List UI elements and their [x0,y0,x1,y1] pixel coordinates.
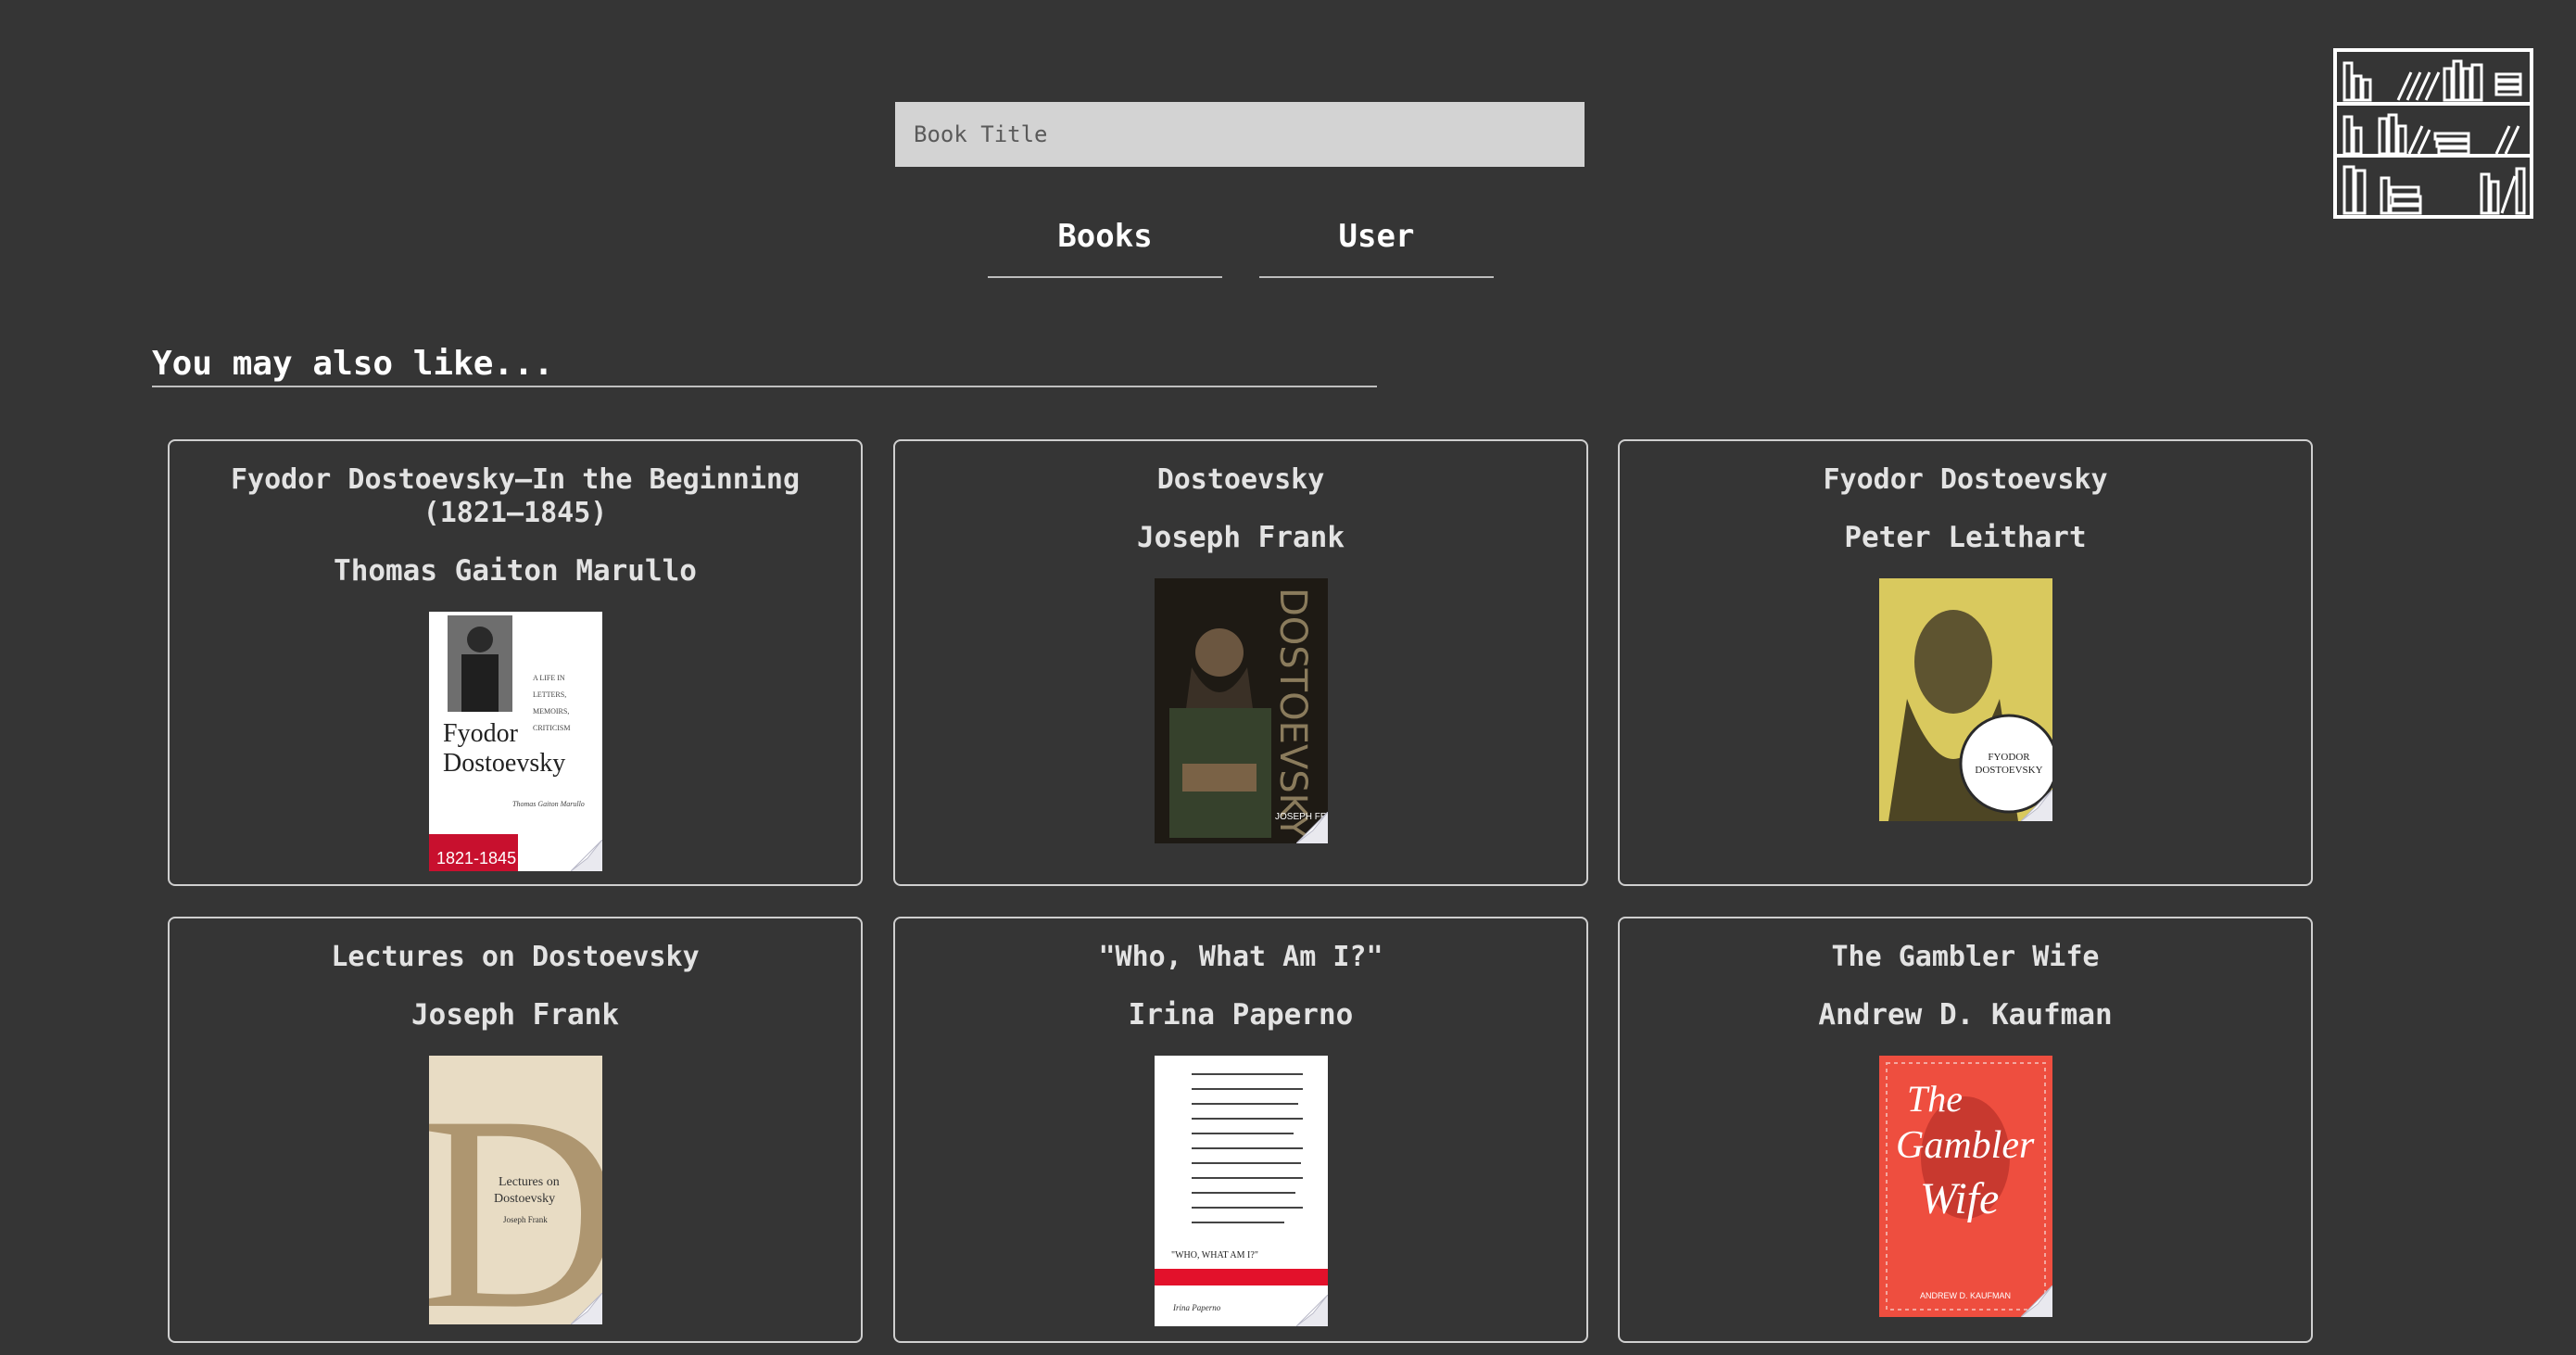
book-title: Lectures on Dostoevsky [331,941,700,973]
page-curl-icon [570,1293,602,1324]
search-input[interactable] [895,102,1585,167]
section-title: You may also like... [152,336,1377,387]
book-title: Fyodor Dostoevsky—In the Beginning (1821… [230,463,801,529]
tab-books[interactable]: Books [988,206,1222,278]
page-curl-icon [1295,1295,1328,1326]
book-author: Thomas Gaiton Marullo [334,554,697,588]
book-title: Dostoevsky [1156,463,1325,496]
tab-user[interactable]: User [1259,206,1494,278]
book-card[interactable]: Dostoevsky Joseph Frank DOSTOEVSKY JOSEP… [893,439,1588,886]
book-card[interactable]: Fyodor Dostoevsky Peter Leithart FYODOR … [1618,439,2313,886]
svg-text:MEMOIRS,: MEMOIRS, [533,707,569,715]
page-curl-icon [2020,1285,2052,1317]
svg-text:CRITICISM: CRITICISM [533,724,570,732]
svg-text:Wife: Wife [1920,1174,1999,1223]
bookshelf-logo-icon[interactable] [2333,48,2533,219]
book-cover[interactable]: "WHO, WHAT AM I?" Irina Paperno [1154,1056,1328,1326]
book-cover[interactable]: Fyodor Dostoevsky A LIFE IN LETTERS, MEM… [428,612,602,871]
book-author: Peter Leithart [1844,521,2087,554]
svg-text:Lectures on: Lectures on [499,1175,560,1189]
book-author: Joseph Frank [411,998,619,1032]
book-card[interactable]: Lectures on Dostoevsky Joseph Frank D Le… [168,917,863,1343]
book-title: "Who, What Am I?" [1098,941,1383,973]
book-title: The Gambler Wife [1831,941,2100,973]
book-card[interactable]: Fyodor Dostoevsky—In the Beginning (1821… [168,439,863,886]
book-cover[interactable]: D Lectures on Dostoevsky Joseph Frank [428,1056,602,1324]
svg-text:ANDREW D. KAUFMAN: ANDREW D. KAUFMAN [1919,1291,2010,1300]
page-curl-icon [570,840,602,871]
book-author: Irina Paperno [1128,998,1354,1032]
book-cover[interactable]: The Gambler Wife ANDREW D. KAUFMAN [1878,1056,2052,1317]
svg-text:Dostoevsky: Dostoevsky [443,749,565,778]
page-curl-icon [2020,790,2052,821]
svg-text:"WHO, WHAT AM I?": "WHO, WHAT AM I?" [1171,1250,1258,1260]
svg-text:Gambler: Gambler [1896,1124,2035,1167]
svg-text:LETTERS,: LETTERS, [533,690,566,699]
svg-text:1821-1845: 1821-1845 [436,849,516,867]
book-cover[interactable]: DOSTOEVSKY JOSEPH FRANK [1154,578,1328,843]
svg-text:Thomas Gaiton Marullo: Thomas Gaiton Marullo [512,800,585,808]
svg-text:DOSTOEVSKY: DOSTOEVSKY [1271,588,1314,839]
book-author: Joseph Frank [1137,521,1345,554]
book-card[interactable]: The Gambler Wife Andrew D. Kaufman The G… [1618,917,2313,1343]
page-curl-icon [1295,812,1328,843]
svg-text:Dostoevsky: Dostoevsky [494,1192,555,1206]
book-title: Fyodor Dostoevsky [1823,463,2108,496]
svg-text:Fyodor: Fyodor [443,719,519,748]
svg-text:Joseph Frank: Joseph Frank [503,1215,548,1224]
svg-text:A LIFE IN: A LIFE IN [533,674,565,682]
book-author: Andrew D. Kaufman [1818,998,2113,1032]
svg-text:FYODOR: FYODOR [1988,752,2030,763]
svg-text:The: The [1907,1078,1963,1120]
svg-text:DOSTOEVSKY: DOSTOEVSKY [1975,765,2042,776]
svg-text:Irina Paperno: Irina Paperno [1172,1303,1221,1312]
book-card[interactable]: "Who, What Am I?" Irina Paperno "WHO, WH… [893,917,1588,1343]
book-cover[interactable]: FYODOR DOSTOEVSKY [1878,578,2052,821]
